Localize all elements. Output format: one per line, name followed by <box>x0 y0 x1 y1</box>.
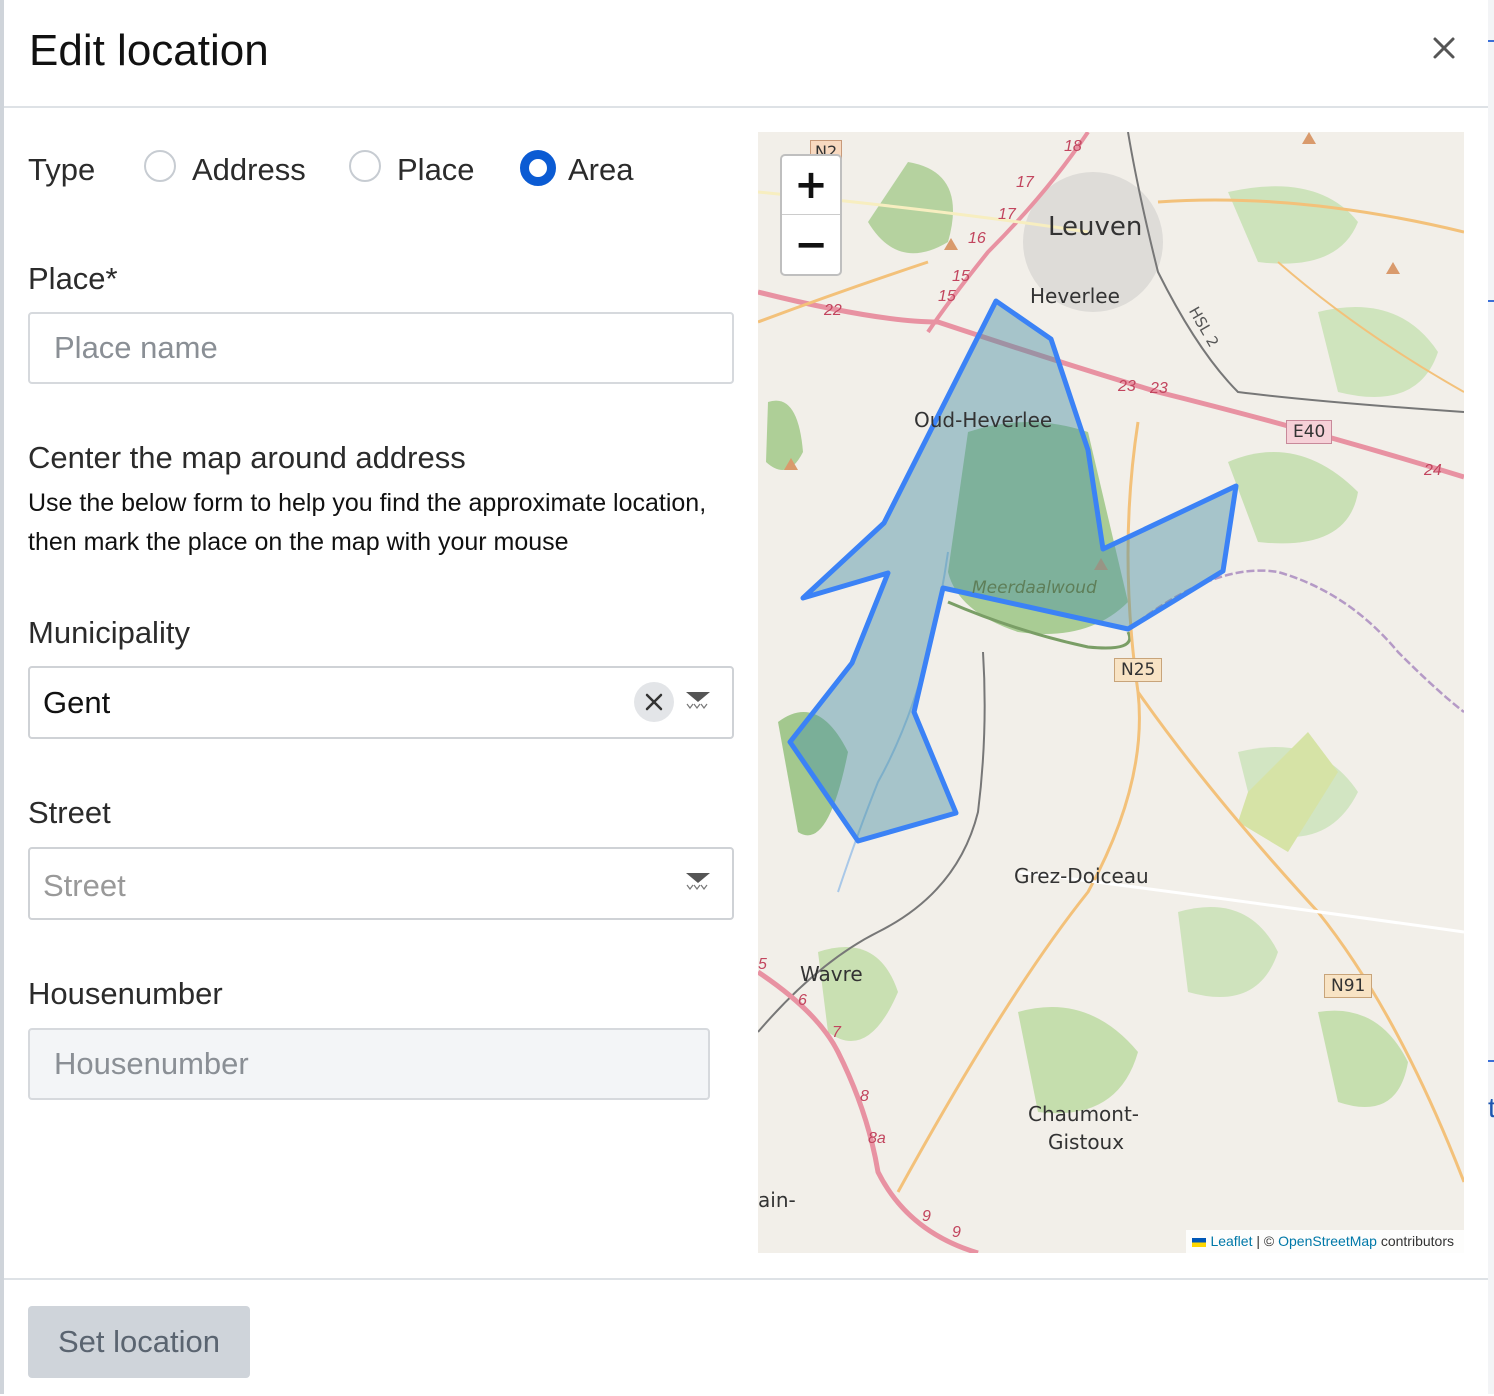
backdrop-line <box>1488 40 1494 42</box>
road-shield: N25 <box>1114 658 1163 682</box>
modal-header: Edit location <box>4 0 1488 108</box>
street-placeholder: Street <box>43 868 126 903</box>
municipality-value: Gent <box>43 685 111 720</box>
backdrop-right: t <box>1488 0 1494 1394</box>
zoom-out-button[interactable]: − <box>782 216 840 274</box>
dropdown-arrow-icon[interactable] <box>685 871 711 895</box>
radio-area[interactable] <box>520 150 556 186</box>
backdrop-text: t <box>1488 1092 1494 1123</box>
road-shield: E40 <box>1286 420 1333 444</box>
map-label: Grez-Doiceau <box>1014 864 1149 888</box>
radio-place-label[interactable]: Place <box>397 152 475 188</box>
radio-place[interactable] <box>349 150 381 182</box>
zoom-control: + − <box>780 154 842 276</box>
map-label: Gistoux <box>1048 1130 1125 1154</box>
junction-label: 23 <box>1150 380 1168 397</box>
junction-label: 7 <box>832 1024 841 1041</box>
radio-address[interactable] <box>144 150 176 182</box>
housenumber-input[interactable] <box>28 1028 710 1100</box>
clear-municipality-button[interactable] <box>634 682 674 722</box>
place-label: Place* <box>28 261 118 296</box>
backdrop-line <box>1488 1060 1494 1062</box>
junction-label: 6 <box>798 992 807 1009</box>
municipality-label: Municipality <box>28 615 190 650</box>
street-label: Street <box>28 795 111 830</box>
map-attribution: Leaflet | © OpenStreetMap contributors <box>1186 1230 1464 1253</box>
junction-label: 8a <box>868 1130 886 1147</box>
center-map-help: Use the below form to help you find the … <box>28 484 748 562</box>
attribution-separator: | © <box>1252 1233 1279 1249</box>
junction-label: 17 <box>1016 174 1034 191</box>
radio-address-label[interactable]: Address <box>192 152 306 188</box>
leaflet-link[interactable]: Leaflet <box>1210 1233 1252 1249</box>
set-location-button[interactable]: Set location <box>28 1306 250 1378</box>
junction-label: 16 <box>968 230 986 247</box>
modal-footer: Set location <box>4 1278 1488 1396</box>
junction-label: 23 <box>1118 378 1136 395</box>
help-line-1: Use the below form to help you find the … <box>28 489 707 517</box>
map-label: Chaumont- <box>1028 1102 1140 1126</box>
map-label: ain- <box>758 1188 796 1212</box>
junction-label: 8 <box>860 1088 869 1105</box>
close-icon <box>1433 37 1455 59</box>
junction-label: 15 <box>952 268 970 285</box>
map-label: Wavre <box>800 962 863 986</box>
help-line-2: then mark the place on the map with your… <box>28 528 569 556</box>
edit-location-modal: Edit location Type Address Place Area Pl… <box>4 0 1488 1394</box>
modal-title: Edit location <box>29 26 269 75</box>
junction-label: 5 <box>758 956 767 973</box>
housenumber-label: Housenumber <box>28 976 223 1011</box>
ukraine-flag-icon <box>1192 1237 1207 1247</box>
map-label: Meerdaalwoud <box>972 578 1097 598</box>
junction-label: 22 <box>824 302 842 319</box>
center-map-heading: Center the map around address <box>28 440 466 475</box>
close-button[interactable] <box>1426 30 1462 66</box>
road-shield: N91 <box>1324 974 1373 998</box>
place-name-input[interactable] <box>28 312 734 384</box>
backdrop-line <box>1488 300 1494 302</box>
map[interactable]: Leuven Heverlee Oud-Heverlee Meerdaalwou… <box>758 132 1464 1253</box>
clear-icon <box>645 693 663 711</box>
junction-label: 9 <box>922 1208 931 1225</box>
municipality-select[interactable]: Gent <box>28 666 734 739</box>
junction-label: 17 <box>998 206 1016 223</box>
junction-label: 18 <box>1064 138 1082 155</box>
osm-link[interactable]: OpenStreetMap <box>1278 1233 1377 1249</box>
zoom-in-button[interactable]: + <box>782 156 840 215</box>
junction-label: 24 <box>1424 462 1442 479</box>
attribution-contributors: contributors <box>1376 1233 1454 1249</box>
type-label: Type <box>28 152 96 187</box>
map-label: Heverlee <box>1030 284 1120 308</box>
map-label: Leuven <box>1048 212 1143 242</box>
map-label: Oud-Heverlee <box>914 408 1053 432</box>
dropdown-arrow-icon[interactable] <box>685 690 711 714</box>
street-select[interactable]: Street <box>28 847 734 920</box>
junction-label: 9 <box>952 1224 961 1241</box>
junction-label: 15 <box>938 288 956 305</box>
radio-area-label[interactable]: Area <box>568 152 633 188</box>
